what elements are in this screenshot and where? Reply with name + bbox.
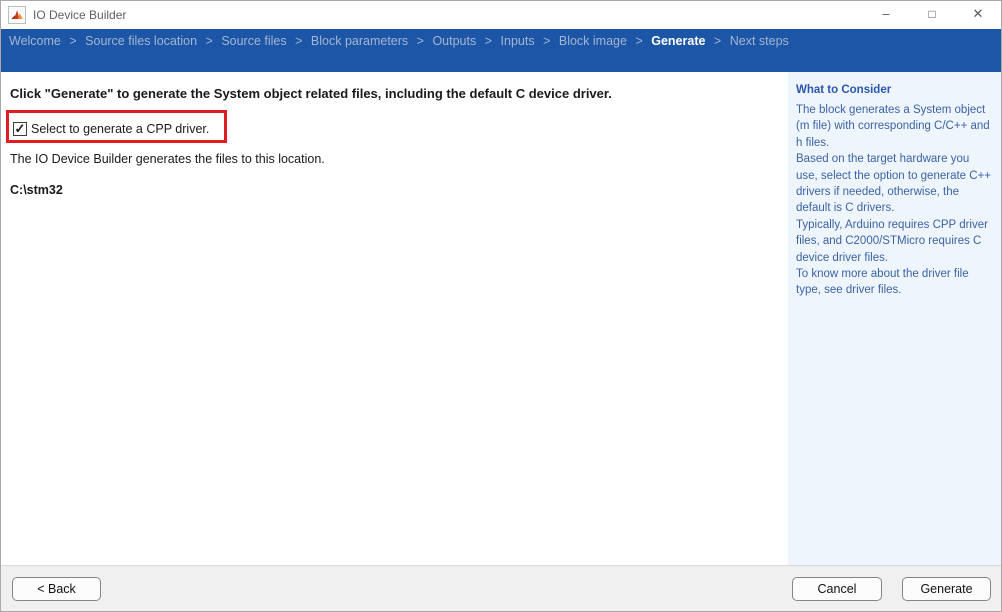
step-outputs[interactable]: Outputs <box>432 34 476 48</box>
cpp-driver-checkbox[interactable]: ✓ <box>13 122 27 136</box>
cancel-button[interactable]: Cancel <box>792 577 882 601</box>
what-to-consider-panel: What to Consider The block generates a S… <box>788 72 1001 565</box>
breadcrumb-separator: > <box>417 34 424 48</box>
location-path: C:\stm32 <box>10 183 63 197</box>
step-generate[interactable]: Generate <box>651 34 705 48</box>
breadcrumb-separator: > <box>206 34 213 48</box>
step-next-steps[interactable]: Next steps <box>730 34 789 48</box>
sidebar-paragraph: The block generates a System object (m f… <box>796 102 993 151</box>
breadcrumb-separator: > <box>485 34 492 48</box>
sidebar-paragraph: Based on the target hardware you use, se… <box>796 151 993 217</box>
window-controls: – □ ✕ <box>863 1 1001 28</box>
matlab-icon <box>8 6 26 24</box>
location-description: The IO Device Builder generates the file… <box>10 152 325 166</box>
checkmark-icon: ✓ <box>14 123 26 135</box>
breadcrumb-separator: > <box>69 34 76 48</box>
generate-button[interactable]: Generate <box>902 577 991 601</box>
back-button[interactable]: < Back <box>12 577 101 601</box>
window-title: IO Device Builder <box>33 8 126 22</box>
maximize-icon[interactable]: □ <box>909 1 955 28</box>
main-content <box>1 72 788 565</box>
step-source-files-location[interactable]: Source files location <box>85 34 197 48</box>
breadcrumb-separator: > <box>714 34 721 48</box>
breadcrumb-separator: > <box>543 34 550 48</box>
step-source-files[interactable]: Source files <box>221 34 286 48</box>
breadcrumb-separator: > <box>635 34 642 48</box>
step-inputs[interactable]: Inputs <box>501 34 535 48</box>
step-block-image[interactable]: Block image <box>559 34 627 48</box>
step-welcome[interactable]: Welcome <box>9 34 61 48</box>
step-block-parameters[interactable]: Block parameters <box>311 34 408 48</box>
close-icon[interactable]: ✕ <box>955 1 1001 28</box>
wizard-steps-bar: Welcome > Source files location > Source… <box>1 29 1001 72</box>
footer-bar: < Back Cancel Generate <box>1 565 1001 611</box>
title-bar[interactable]: IO Device Builder <box>1 1 1001 29</box>
sidebar-paragraph: Typically, Arduino requires CPP driver f… <box>796 217 993 266</box>
sidebar-title: What to Consider <box>796 84 993 96</box>
cpp-driver-checkbox-label[interactable]: Select to generate a CPP driver. <box>31 122 209 136</box>
breadcrumb-separator: > <box>295 34 302 48</box>
minimize-icon[interactable]: – <box>863 1 909 28</box>
breadcrumb: Welcome > Source files location > Source… <box>9 34 789 48</box>
instruction-text: Click "Generate" to generate the System … <box>10 86 780 101</box>
sidebar-paragraph: To know more about the driver file type,… <box>796 266 993 299</box>
